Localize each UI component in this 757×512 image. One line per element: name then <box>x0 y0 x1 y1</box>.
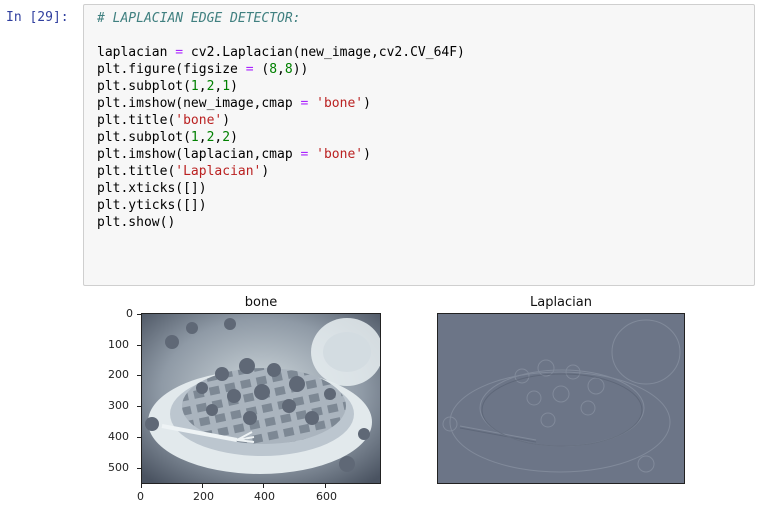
xtick-label: 400 <box>254 490 275 503</box>
laplacian-image-axes <box>437 313 685 484</box>
bone-image <box>142 314 380 483</box>
xtick-mark <box>202 484 203 488</box>
right-subplot-title: Laplacian <box>529 295 592 310</box>
xtick-label: 600 <box>316 490 337 503</box>
left-subplot-title: bone <box>244 295 278 310</box>
code-line: plt.yticks([]) <box>97 198 207 213</box>
xtick-mark <box>263 484 264 488</box>
cell-prompt: In [29]: <box>6 10 69 25</box>
code-line: plt.title('bone') <box>97 113 231 128</box>
code-line: plt.show() <box>97 215 176 230</box>
xtick-label: 0 <box>137 490 144 503</box>
code-line: plt.xticks([]) <box>97 181 207 196</box>
ytick-mark <box>137 314 141 315</box>
ytick-label: 200 <box>108 368 129 381</box>
code-line: plt.figure(figsize = (8,8)) <box>97 62 309 77</box>
xtick-mark <box>141 484 142 488</box>
bone-image-axes <box>141 313 381 484</box>
code-line: plt.imshow(laplacian,cmap = 'bone') <box>97 147 371 162</box>
ytick-mark <box>137 375 141 376</box>
ytick-mark <box>137 345 141 346</box>
code-line: laplacian = cv2.Laplacian(new_image,cv2.… <box>97 45 465 60</box>
ytick-mark <box>137 406 141 407</box>
ytick-mark <box>137 437 141 438</box>
ytick-label: 0 <box>126 307 133 320</box>
code-cell[interactable]: # LAPLACIAN EDGE DETECTOR: laplacian = cv… <box>83 4 755 286</box>
ytick-mark <box>137 468 141 469</box>
xtick-mark <box>325 484 326 488</box>
code-line: plt.title('Laplacian') <box>97 164 270 179</box>
ytick-label: 100 <box>108 338 129 351</box>
code-line: plt.imshow(new_image,cmap = 'bone') <box>97 96 371 111</box>
laplacian-image <box>438 314 684 483</box>
code-line: plt.subplot(1,2,2) <box>97 130 238 145</box>
code-comment-line: # LAPLACIAN EDGE DETECTOR: <box>97 11 301 26</box>
xtick-label: 200 <box>193 490 214 503</box>
output-figure: bone Laplacian 0 100 200 300 400 500 0 2… <box>0 295 757 512</box>
code-line: plt.subplot(1,2,1) <box>97 79 238 94</box>
ytick-label: 400 <box>108 430 129 443</box>
ytick-label: 300 <box>108 399 129 412</box>
ytick-label: 500 <box>108 461 129 474</box>
